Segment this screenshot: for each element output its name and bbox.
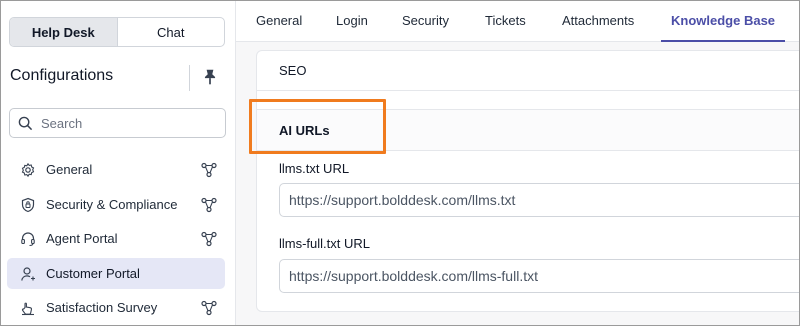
tab-security[interactable]: Security — [402, 1, 449, 42]
settings-panel: SEO AI URLs llms.txt URL llms-full.txt U… — [256, 50, 799, 312]
sidebar-item-label: Security & Compliance — [46, 196, 178, 212]
sidebar-nav: General Security & Compliance Agent Port… — [7, 154, 225, 325]
sidebar-item-label: Customer Portal — [46, 265, 140, 281]
sidebar-item-label: Satisfaction Survey — [46, 300, 158, 315]
sidebar: Help Desk Chat Configurations General — [1, 1, 236, 325]
tab-tickets[interactable]: Tickets — [485, 1, 526, 42]
tab-attachments[interactable]: Attachments — [562, 1, 634, 42]
shield-icon — [21, 197, 35, 212]
ai-urls-section-header: AI URLs — [257, 109, 799, 151]
tab-general[interactable]: General — [256, 1, 302, 42]
chat-toggle-button[interactable]: Chat — [118, 18, 225, 46]
main-content: General Login Security Tickets Attachmen… — [236, 1, 799, 325]
mode-toggle: Help Desk Chat — [9, 17, 225, 47]
sidebar-title: Configurations — [10, 67, 114, 84]
search-box — [9, 108, 226, 138]
tab-login[interactable]: Login — [336, 1, 368, 42]
network-icon — [201, 231, 217, 247]
llms-url-label: llms.txt URL — [279, 161, 350, 176]
search-input[interactable] — [41, 115, 211, 131]
sidebar-item-security-compliance[interactable]: Security & Compliance — [7, 189, 225, 220]
network-icon — [201, 162, 217, 178]
llms-full-url-field — [279, 259, 799, 293]
sidebar-item-label: Agent Portal — [46, 231, 118, 246]
user-icon — [21, 266, 35, 281]
sidebar-item-customer-portal[interactable]: Customer Portal — [7, 257, 225, 289]
gear-icon — [21, 162, 35, 178]
seo-section-header[interactable]: SEO — [257, 51, 799, 91]
survey-icon — [21, 302, 34, 316]
sidebar-item-general[interactable]: General — [7, 154, 225, 185]
llms-full-url-label: llms-full.txt URL — [279, 236, 371, 251]
sidebar-item-agent-portal[interactable]: Agent Portal — [7, 223, 225, 254]
helpdesk-toggle-button[interactable]: Help Desk — [10, 18, 118, 46]
network-icon — [201, 300, 217, 316]
tab-bar: General Login Security Tickets Attachmen… — [236, 1, 799, 42]
network-icon — [201, 197, 217, 212]
app-window: Help Desk Chat Configurations General — [0, 0, 800, 326]
tab-knowledge-base[interactable]: Knowledge Base — [660, 1, 786, 42]
llms-url-field — [279, 183, 799, 217]
llms-url-input[interactable] — [289, 192, 799, 208]
headset-icon — [21, 232, 35, 247]
sidebar-item-label: General — [46, 162, 93, 177]
sidebar-item-satisfaction-survey[interactable]: Satisfaction Survey — [7, 292, 225, 323]
llms-full-url-input[interactable] — [289, 268, 799, 284]
divider — [189, 65, 190, 91]
pin-icon[interactable] — [201, 68, 219, 86]
search-icon — [18, 116, 33, 130]
